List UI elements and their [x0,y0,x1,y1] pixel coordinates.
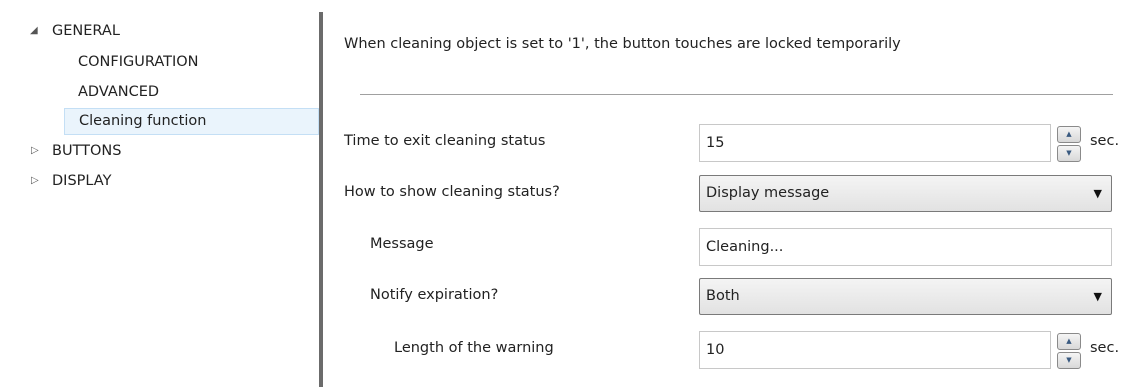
section-separator [360,94,1113,95]
message-label: Message [370,236,434,252]
notify-dropdown[interactable]: Both ▼ [699,278,1112,315]
section-description: When cleaning object is set to '1', the … [344,36,901,52]
sidebar-tree: ◢ GENERAL CONFIGURATION ADVANCED Cleanin… [0,0,319,387]
show-status-dropdown[interactable]: Display message ▼ [699,175,1112,212]
tree-item-configuration[interactable]: CONFIGURATION [78,50,199,74]
notify-value: Both [706,288,740,304]
spin-up-icon[interactable]: ▲ [1057,333,1081,350]
chevron-down-icon[interactable]: ▼ [1094,279,1102,314]
tree-item-general[interactable]: GENERAL [52,19,120,43]
parameter-panel: When cleaning object is set to '1', the … [323,0,1134,387]
message-input[interactable]: Cleaning... [699,228,1112,266]
notify-label: Notify expiration? [370,287,499,303]
tree-item-cleaning-function[interactable]: Cleaning function [64,108,319,135]
spin-up-icon[interactable]: ▲ [1057,126,1081,143]
warning-length-input[interactable]: 10 [699,331,1051,369]
tree-item-buttons[interactable]: BUTTONS [52,139,121,163]
warning-length-label: Length of the warning [394,340,554,356]
time-exit-unit: sec. [1090,133,1120,149]
spin-down-icon[interactable]: ▼ [1057,352,1081,369]
tree-item-display[interactable]: DISPLAY [52,169,111,193]
spin-down-icon[interactable]: ▼ [1057,145,1081,162]
warning-length-spinner: ▲ ▼ [1057,333,1081,369]
collapsed-arrow-icon[interactable]: ▷ [31,175,39,186]
show-status-label: How to show cleaning status? [344,184,560,200]
time-exit-label: Time to exit cleaning status [344,133,546,149]
show-status-value: Display message [706,185,830,201]
tree-item-advanced[interactable]: ADVANCED [78,80,159,104]
collapsed-arrow-icon[interactable]: ▷ [31,145,39,156]
time-exit-input[interactable]: 15 [699,124,1051,162]
expanded-arrow-icon[interactable]: ◢ [30,25,38,36]
time-exit-spinner: ▲ ▼ [1057,126,1081,162]
chevron-down-icon[interactable]: ▼ [1094,176,1102,211]
warning-length-unit: sec. [1090,340,1120,356]
